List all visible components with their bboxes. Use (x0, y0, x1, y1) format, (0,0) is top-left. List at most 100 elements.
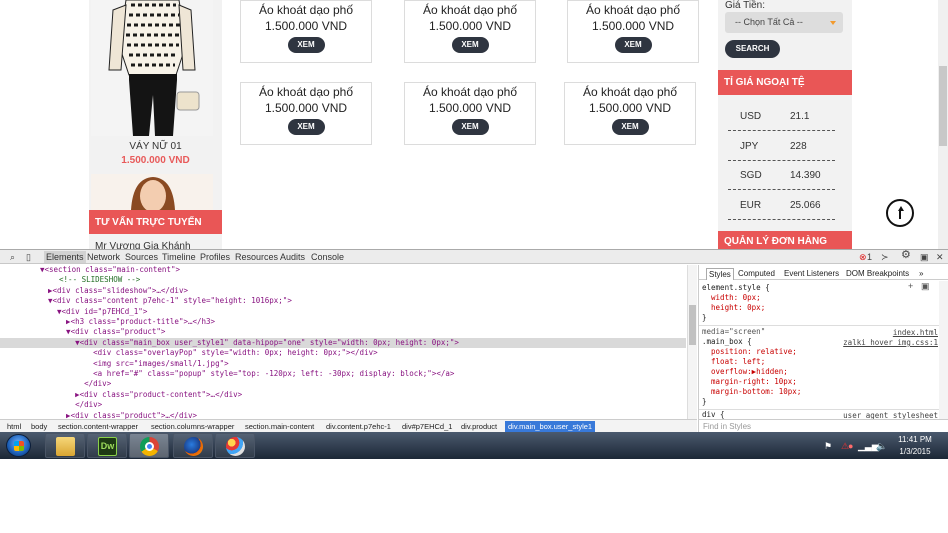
view-button[interactable]: XEM (287, 119, 325, 135)
breadcrumb-item[interactable]: section.content-wrapper (55, 421, 141, 432)
dom-node[interactable]: ▶<div class="product">…</div> (0, 411, 686, 419)
view-button[interactable]: XEM (451, 119, 489, 135)
style-property[interactable]: height: 0px; (702, 303, 765, 313)
breadcrumb-item[interactable]: html (4, 421, 24, 432)
dom-node[interactable]: ▶<div class="product-content">…</div> (0, 390, 686, 400)
dom-node[interactable]: ▼<div id="p7EHCd_1"> (0, 307, 686, 317)
inspect-icon[interactable]: ⌕ (10, 252, 15, 262)
style-property[interactable]: float: left; (702, 357, 765, 367)
page-scrollbar[interactable] (938, 0, 948, 249)
product-name[interactable]: Áo khoát dạo phố (241, 3, 371, 17)
price-select[interactable]: -- Chọn Tất Cả -- (725, 12, 843, 33)
view-button[interactable]: XEM (287, 37, 325, 53)
order-management-banner[interactable]: QUẢN LÝ ĐƠN HÀNG (718, 231, 852, 249)
dom-node[interactable]: ▶<h3 class="product-title">…</h3> (0, 317, 686, 327)
style-source-link[interactable]: zalki_hover_img.css:1 (843, 338, 938, 347)
dom-node[interactable]: ▼<section class="main-content"> (0, 265, 686, 275)
dom-node-selected[interactable]: ▼<div class="main_box user_style1" data-… (0, 337, 686, 349)
style-source-link[interactable]: index.html (893, 328, 938, 337)
breadcrumb-item[interactable]: body (28, 421, 50, 432)
dom-node[interactable]: ▼<div class="content p7ehc-1" style="hei… (0, 296, 686, 306)
gear-icon[interactable]: ⚙ (901, 250, 911, 261)
dom-scrollbar-thumb[interactable] (689, 305, 696, 345)
product-card[interactable]: Áo khoát dạo phố 1.500.000 VND XEM (240, 82, 372, 145)
tray-app-icon[interactable]: ● (848, 441, 853, 451)
breadcrumb-item[interactable]: div#p7EHCd_1 (399, 421, 455, 432)
product-card[interactable]: Áo khoát dạo phố 1.500.000 VND XEM (567, 0, 699, 63)
styles-scrollbar[interactable] (939, 281, 948, 419)
breadcrumb-item[interactable]: div.content.p7ehc-1 (323, 421, 394, 432)
style-property[interactable]: margin-bottom: 10px; (702, 387, 801, 397)
dom-node[interactable]: <img src="images/small/1.jpg"> (0, 359, 686, 369)
chrome-taskbar-button[interactable] (129, 433, 169, 458)
firefox-taskbar-button[interactable] (173, 433, 213, 458)
dom-node[interactable]: </div> (0, 400, 686, 410)
dom-tree[interactable]: ▼<section class="main-content"> <!-- SLI… (0, 265, 697, 419)
search-button[interactable]: SEARCH (725, 40, 780, 58)
dock-icon[interactable]: ▣ (920, 252, 929, 262)
dom-node[interactable]: ▼<div class="product"> (0, 327, 686, 337)
toggle-state-icon[interactable]: ▣ (921, 281, 930, 292)
tab-timeline[interactable]: Timeline (162, 251, 196, 263)
breadcrumb-item[interactable]: section.columns-wrapper (148, 421, 237, 432)
tab-event-listeners[interactable]: Event Listeners (782, 268, 841, 280)
product-name[interactable]: Áo khoát dạo phố (241, 85, 371, 99)
flag-icon[interactable]: ⚑ (824, 441, 832, 451)
clock-time[interactable]: 11:41 PM (893, 435, 937, 444)
add-style-icon[interactable]: + (908, 281, 913, 291)
product-card[interactable]: Áo khoát dạo phố 1.500.000 VND XEM (240, 0, 372, 63)
support-name[interactable]: Mr Vương Gia Khánh (95, 241, 191, 249)
dom-scrollbar[interactable] (687, 265, 697, 419)
tab-console[interactable]: Console (311, 251, 344, 263)
tab-sources[interactable]: Sources (125, 251, 158, 263)
volume-icon[interactable]: 🔈 (876, 441, 887, 451)
product-card[interactable]: Áo khoát dạo phố 1.500.000 VND XEM (404, 82, 536, 145)
device-mode-icon[interactable]: ▯ (26, 252, 31, 262)
paint-taskbar-button[interactable] (215, 433, 255, 458)
view-button[interactable]: XEM (614, 37, 652, 53)
find-in-styles-input[interactable]: Find in Styles (699, 419, 948, 433)
more-tabs-icon[interactable]: » (917, 268, 925, 280)
dom-node[interactable]: ▶<div class="slideshow">…</div> (0, 286, 686, 296)
style-property[interactable]: overflow:▶hidden; (702, 367, 788, 377)
tab-computed[interactable]: Computed (736, 268, 777, 280)
product-card[interactable]: Áo khoát dạo phố 1.500.000 VND XEM (564, 82, 696, 145)
product-name[interactable]: Áo khoát dạo phố (405, 85, 535, 99)
product-card[interactable]: Áo khoát dạo phố 1.500.000 VND XEM (404, 0, 536, 63)
tab-elements[interactable]: Elements (44, 251, 86, 263)
page-scrollbar-thumb[interactable] (939, 66, 947, 146)
product-name[interactable]: Áo khoát dạo phố (565, 85, 695, 99)
breadcrumb-item-active[interactable]: div.main_box.user_style1 (505, 421, 596, 432)
tab-dom-breakpoints[interactable]: DOM Breakpoints (844, 268, 911, 280)
style-property[interactable]: width: 0px; (702, 293, 761, 303)
dom-node[interactable]: <a href="#" class="popup" style="top: -1… (0, 369, 686, 379)
console-drawer-icon[interactable]: ≻ (881, 252, 889, 262)
product-name[interactable]: Áo khoát dạo phố (405, 3, 535, 17)
clock-date[interactable]: 1/3/2015 (893, 447, 937, 456)
tab-audits[interactable]: Audits (280, 251, 305, 263)
product-image-dress[interactable] (91, 0, 213, 136)
tab-profiles[interactable]: Profiles (200, 251, 230, 263)
style-property[interactable]: margin-right: 10px; (702, 377, 797, 387)
scroll-to-top-icon[interactable] (886, 199, 914, 227)
style-rule-selector[interactable]: element.style { (702, 283, 770, 293)
dom-node[interactable]: <div class="overlayPop" style="width: 0p… (0, 348, 686, 358)
dreamweaver-taskbar-button[interactable]: Dw (87, 433, 127, 458)
breadcrumb-item[interactable]: div.product (458, 421, 500, 432)
style-property[interactable]: position: relative; (702, 347, 797, 357)
close-icon[interactable]: ✕ (936, 252, 944, 262)
left-product-name[interactable]: VÁY NỮ 01 (89, 141, 222, 152)
tab-network[interactable]: Network (87, 251, 120, 263)
view-button[interactable]: XEM (451, 37, 489, 53)
tab-resources[interactable]: Resources (235, 251, 278, 263)
product-name[interactable]: Áo khoát dạo phố (568, 3, 698, 17)
dom-comment[interactable]: <!-- SLIDESHOW --> (0, 275, 686, 285)
start-button[interactable] (6, 434, 31, 457)
dom-node[interactable]: </div> (0, 379, 686, 389)
explorer-taskbar-button[interactable] (45, 433, 85, 458)
view-button[interactable]: XEM (611, 119, 649, 135)
tab-styles[interactable]: Styles (706, 268, 734, 280)
error-icon[interactable]: ⊗ (859, 252, 867, 262)
style-rule-selector[interactable]: .main_box { (702, 337, 752, 347)
breadcrumb-item[interactable]: section.main-content (242, 421, 317, 432)
